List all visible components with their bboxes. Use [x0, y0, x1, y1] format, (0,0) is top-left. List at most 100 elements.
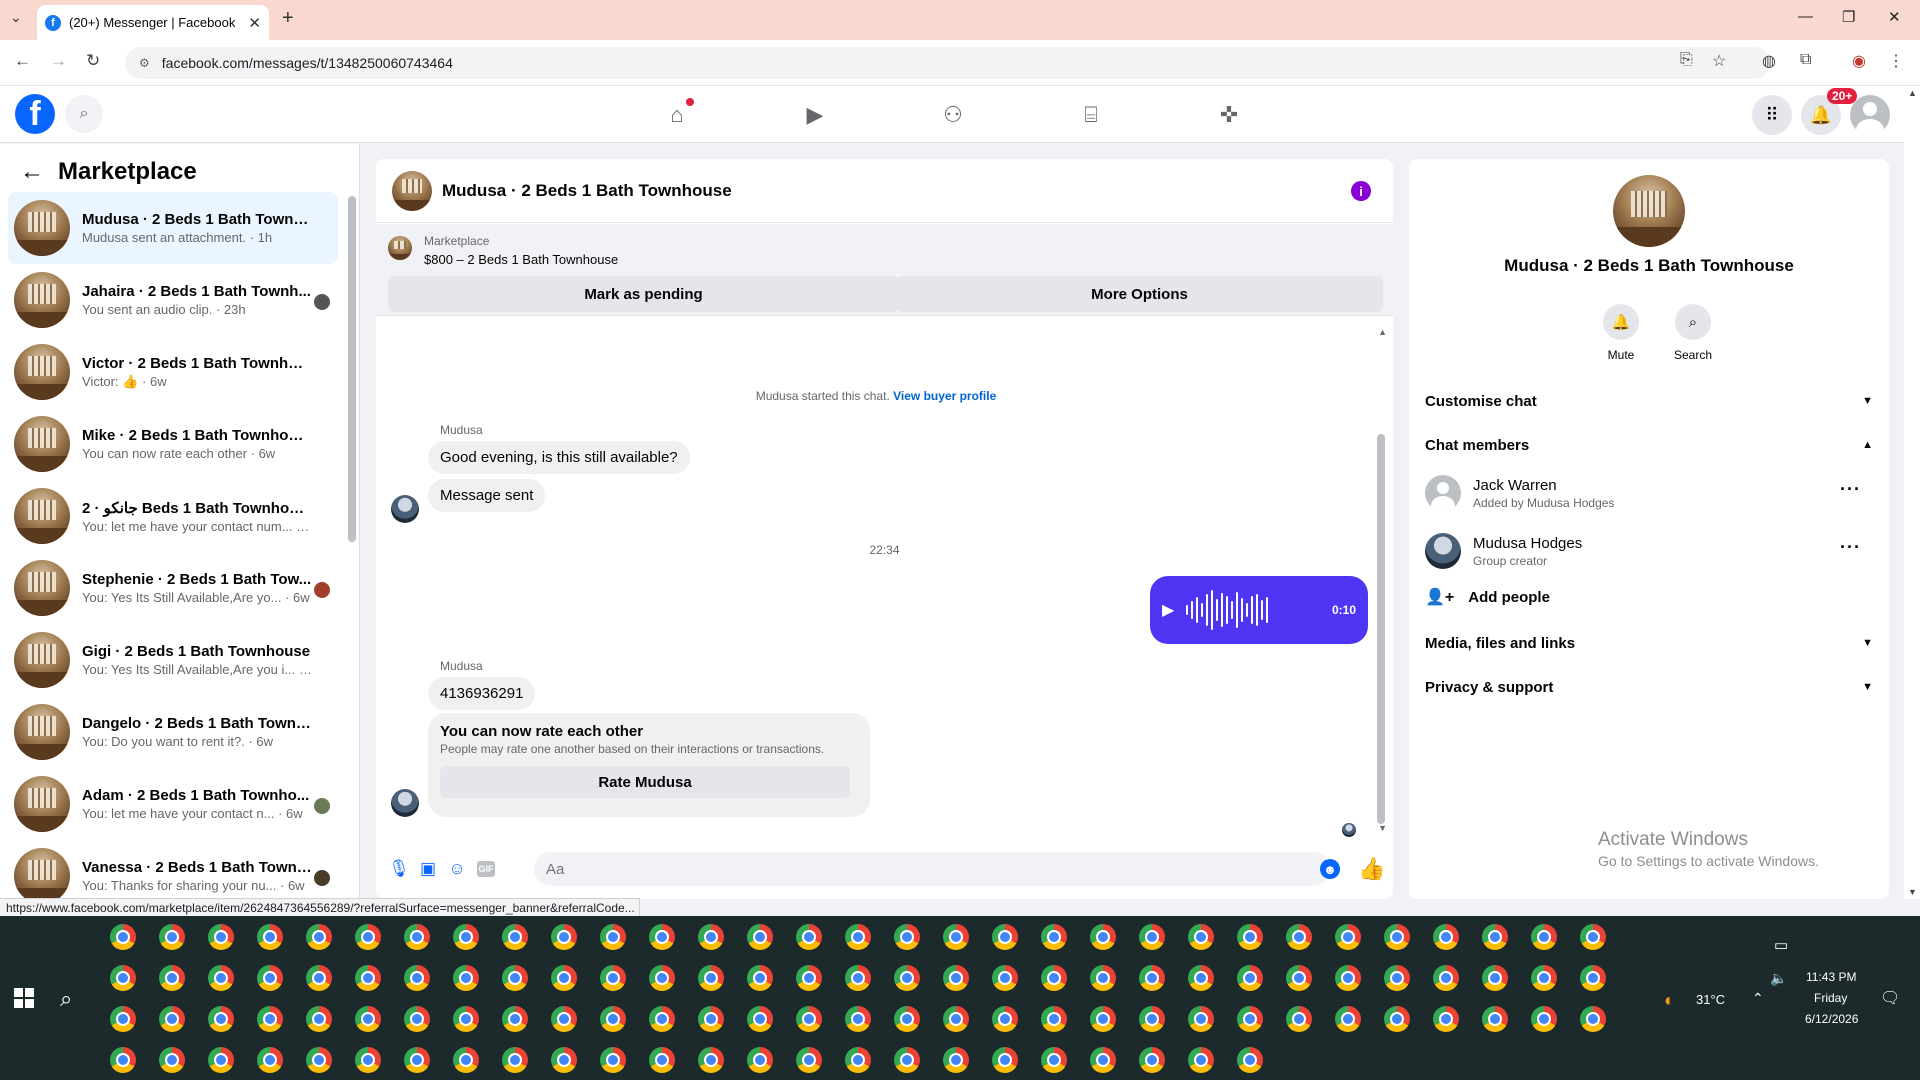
message-bubble[interactable]: 4136936291	[428, 677, 536, 710]
chrome-app-icon[interactable]	[992, 924, 1018, 950]
chrome-app-icon[interactable]	[1188, 924, 1214, 950]
chrome-app-icon[interactable]	[747, 1047, 773, 1073]
chrome-app-icon[interactable]	[1433, 1006, 1459, 1032]
translate-icon[interactable]: ◍	[1762, 51, 1776, 71]
conversation-item[interactable]: Mike · 2 Beds 1 Bath Townhouse You can no…	[8, 408, 338, 480]
chrome-app-icon[interactable]	[1335, 1006, 1361, 1032]
conversation-item[interactable]: جانكو · 2 Beds 1 Bath Townhouse You: let …	[8, 480, 338, 552]
chrome-app-icon[interactable]	[1482, 1006, 1508, 1032]
chrome-app-icon[interactable]	[1335, 965, 1361, 991]
conversation-item[interactable]: Adam · 2 Beds 1 Bath Townho... You: let m…	[8, 768, 338, 840]
page-scrollbar[interactable]: ▲ ▼	[1904, 86, 1920, 899]
chrome-app-icon[interactable]	[1237, 1047, 1263, 1073]
chrome-app-icon[interactable]	[306, 1006, 332, 1032]
chrome-app-icon[interactable]	[551, 1006, 577, 1032]
chrome-app-icon[interactable]	[110, 965, 136, 991]
profile-icon[interactable]: ◉	[1852, 51, 1866, 71]
chrome-app-icon[interactable]	[796, 1006, 822, 1032]
chrome-app-icon[interactable]	[1531, 924, 1557, 950]
chrome-app-icon[interactable]	[747, 1006, 773, 1032]
browser-menu-icon[interactable]: ⋮	[1888, 51, 1904, 71]
chrome-app-icon[interactable]	[159, 924, 185, 950]
chrome-app-icon[interactable]	[355, 1006, 381, 1032]
chrome-app-icon[interactable]	[992, 1006, 1018, 1032]
chrome-app-icon[interactable]	[747, 924, 773, 950]
media-files-section[interactable]: Media, files and links ▼	[1425, 623, 1873, 663]
back-button[interactable]: ←	[14, 51, 31, 71]
clock-day[interactable]: Friday	[1814, 991, 1847, 1005]
marketplace-nav-icon[interactable]: ⌸	[1076, 100, 1106, 130]
info-icon[interactable]: i	[1351, 181, 1371, 201]
browser-tab-messenger[interactable]: f (20+) Messenger | Facebook ✕	[37, 5, 269, 40]
chrome-app-icon[interactable]	[1188, 1047, 1214, 1073]
chrome-app-icon[interactable]	[1237, 1006, 1263, 1032]
chrome-app-icon[interactable]	[1041, 1047, 1067, 1073]
chrome-app-icon[interactable]	[1384, 924, 1410, 950]
chrome-app-icon[interactable]	[943, 924, 969, 950]
more-options-icon[interactable]: ···	[1840, 479, 1861, 500]
chrome-app-icon[interactable]	[698, 924, 724, 950]
chrome-app-icon[interactable]	[1139, 965, 1165, 991]
image-attach-icon[interactable]: ▣	[418, 859, 438, 879]
chrome-app-icon[interactable]	[1531, 965, 1557, 991]
chrome-app-icon[interactable]	[453, 965, 479, 991]
conversation-item[interactable]: Gigi · 2 Beds 1 Bath Townhouse You: Yes I…	[8, 624, 338, 696]
back-arrow-icon[interactable]: ←	[20, 158, 44, 186]
chrome-app-icon[interactable]	[355, 965, 381, 991]
chrome-app-icon[interactable]	[796, 1047, 822, 1073]
audio-message-bubble[interactable]: ▶ 0:10	[1150, 576, 1368, 644]
gaming-nav-icon[interactable]: ✜	[1214, 100, 1244, 130]
chrome-app-icon[interactable]	[992, 965, 1018, 991]
chrome-app-icon[interactable]	[453, 1047, 479, 1073]
chrome-app-icon[interactable]	[943, 1047, 969, 1073]
chrome-app-icon[interactable]	[1090, 1006, 1116, 1032]
message-bubble[interactable]: Message sent	[428, 479, 546, 512]
chrome-app-icon[interactable]	[649, 924, 675, 950]
close-tab-icon[interactable]: ✕	[248, 14, 261, 32]
chrome-app-icon[interactable]	[747, 965, 773, 991]
chrome-app-icon[interactable]	[1090, 965, 1116, 991]
chrome-app-icon[interactable]	[1482, 924, 1508, 950]
chrome-app-icon[interactable]	[600, 1006, 626, 1032]
conversation-item[interactable]: Jahaira · 2 Beds 1 Bath Townh... You sent…	[8, 264, 338, 336]
chrome-app-icon[interactable]	[159, 1047, 185, 1073]
home-nav-icon[interactable]: ⌂	[662, 98, 694, 130]
windows-start-icon[interactable]	[14, 988, 34, 1008]
conversation-item[interactable]: Stephenie · 2 Beds 1 Bath Tow... You: Yes…	[8, 552, 338, 624]
chrome-app-icon[interactable]	[845, 1006, 871, 1032]
member-row[interactable]: Mudusa Hodges Group creator ···	[1425, 525, 1873, 575]
chrome-app-icon[interactable]	[1580, 965, 1606, 991]
sticker-icon[interactable]: ☺	[447, 859, 467, 879]
chrome-app-icon[interactable]	[110, 1047, 136, 1073]
chrome-app-icon[interactable]	[551, 924, 577, 950]
scroll-down-arrow-icon[interactable]: ▼	[1378, 823, 1387, 833]
close-window-button[interactable]: ✕	[1888, 8, 1901, 26]
conversation-item[interactable]: Dangelo · 2 Beds 1 Bath Townho... You: Do…	[8, 696, 338, 768]
add-people-button[interactable]: 👤+ Add people	[1425, 587, 1550, 607]
chrome-app-icon[interactable]	[208, 924, 234, 950]
volume-icon[interactable]: 🔈	[1770, 970, 1787, 987]
chrome-app-icon[interactable]	[355, 924, 381, 950]
chat-title[interactable]: Mudusa · 2 Beds 1 Bath Townhouse	[442, 181, 732, 201]
gif-icon[interactable]: GIF	[477, 861, 495, 877]
chrome-app-icon[interactable]	[453, 924, 479, 950]
more-options-icon[interactable]: ···	[1840, 537, 1861, 558]
chat-avatar[interactable]	[392, 170, 432, 211]
view-buyer-profile-link[interactable]: View buyer profile	[893, 389, 996, 403]
chrome-app-icon[interactable]	[306, 1047, 332, 1073]
emoji-icon[interactable]: ☻	[1320, 859, 1340, 879]
chat-details-avatar[interactable]	[1613, 175, 1685, 247]
chrome-app-icon[interactable]	[649, 1047, 675, 1073]
chrome-app-icon[interactable]	[502, 924, 528, 950]
customise-chat-section[interactable]: Customise chat ▼	[1425, 381, 1873, 421]
notification-center-icon[interactable]: 🗨	[1880, 988, 1900, 1008]
scroll-down-arrow-icon[interactable]: ▼	[1908, 887, 1917, 897]
play-icon[interactable]: ▶	[1162, 600, 1174, 620]
chrome-app-icon[interactable]	[1580, 1006, 1606, 1032]
chrome-app-icon[interactable]	[1237, 965, 1263, 991]
message-bubble[interactable]: Good evening, is this still available?	[428, 441, 690, 474]
chat-scrollbar[interactable]	[1377, 434, 1385, 824]
site-info-icon[interactable]: ⚙	[139, 56, 150, 70]
mute-button[interactable]: 🔔 Mute	[1591, 304, 1651, 362]
chrome-app-icon[interactable]	[1139, 1006, 1165, 1032]
